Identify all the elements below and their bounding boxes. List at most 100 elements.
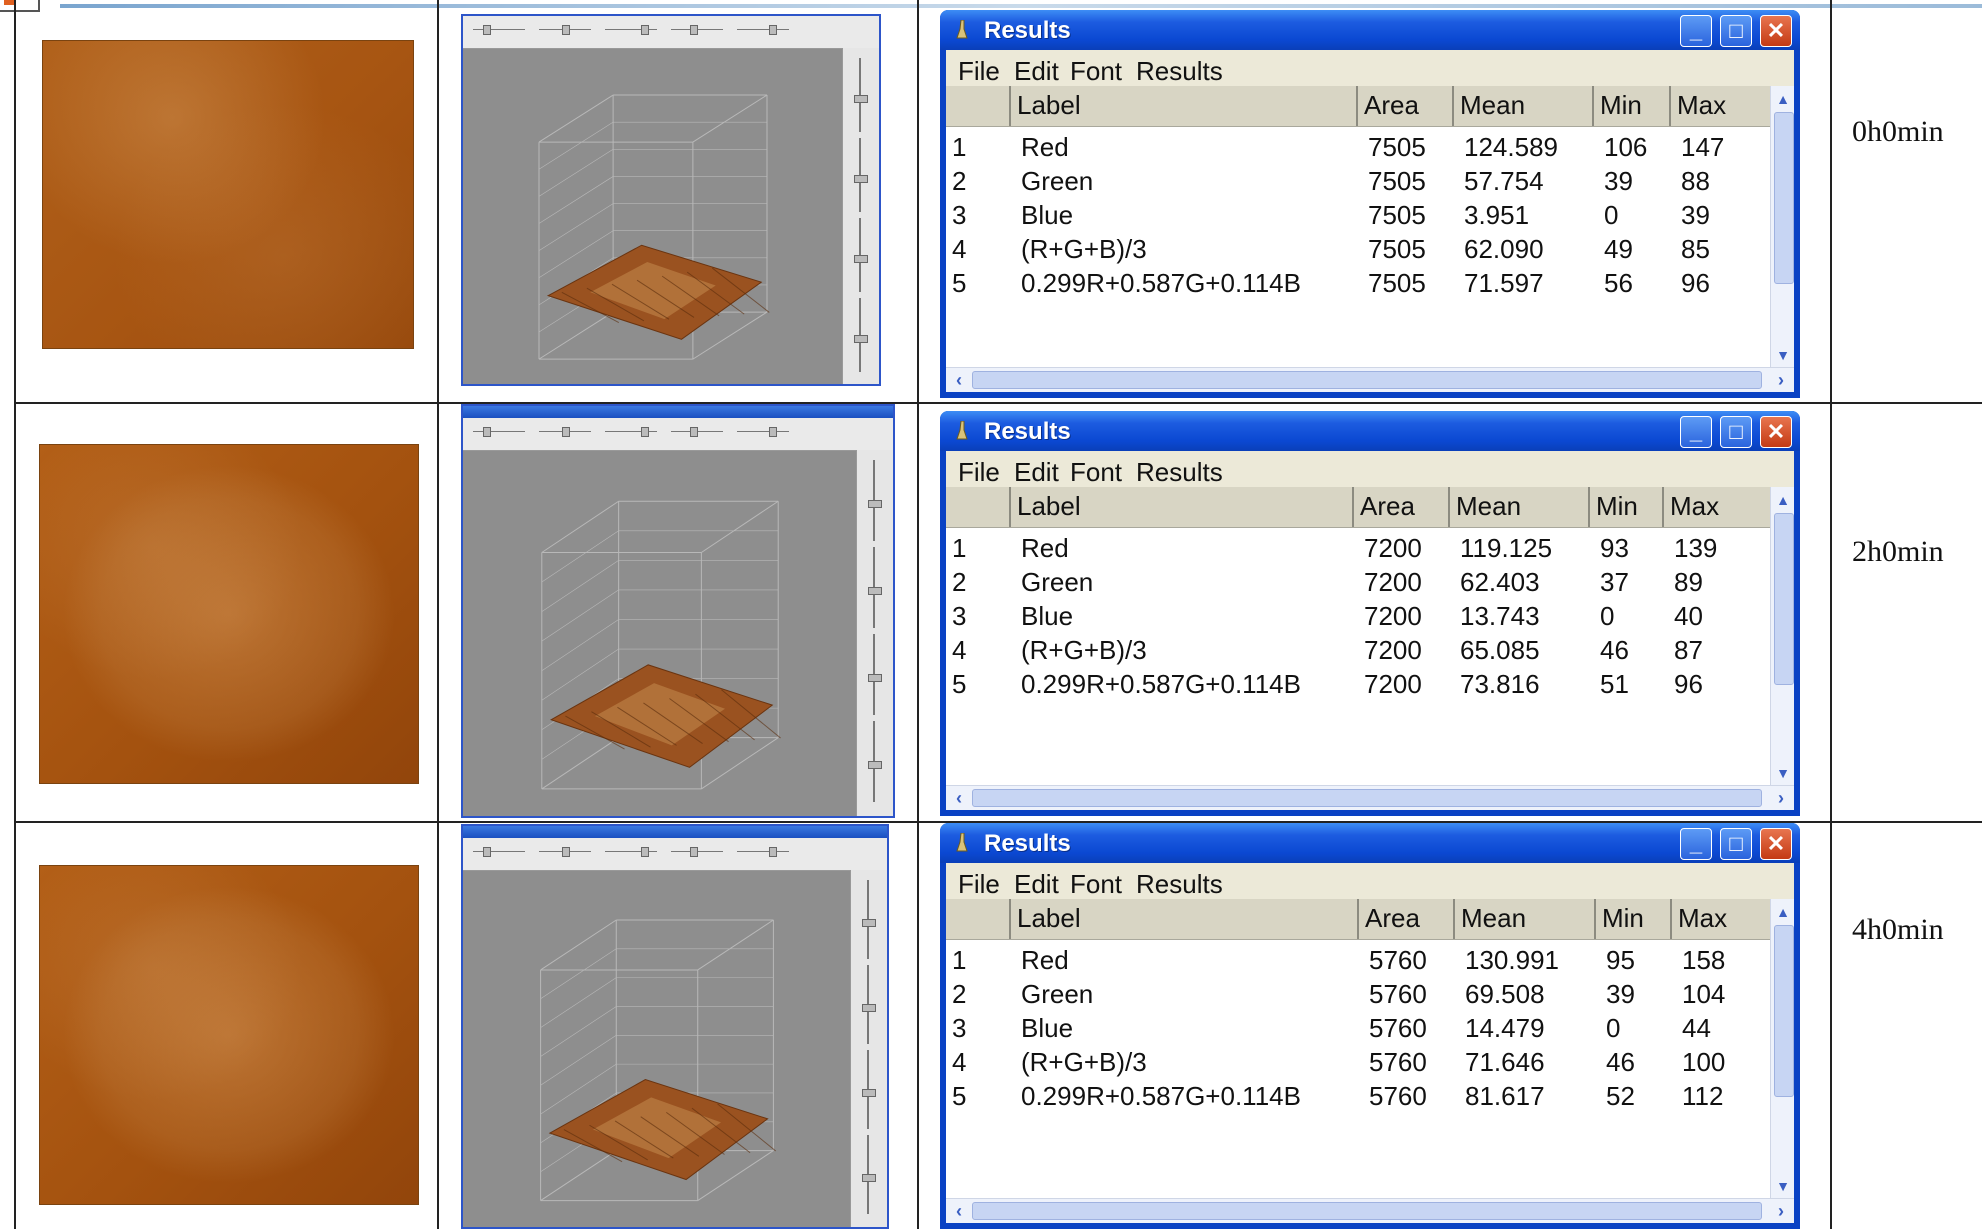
scroll-left-arrow-icon[interactable]: ‹ — [948, 1200, 970, 1222]
plot-vertical-knob[interactable] — [854, 255, 868, 263]
plot-vertical-knob[interactable] — [854, 175, 868, 183]
scroll-down-arrow-icon[interactable]: ▼ — [1773, 344, 1793, 366]
menu-file[interactable]: File — [958, 457, 1000, 488]
minimize-button[interactable]: _ — [1680, 15, 1712, 47]
scroll-right-arrow-icon[interactable]: › — [1770, 369, 1792, 391]
column-header-mean[interactable]: Mean — [1452, 86, 1592, 126]
plot-slider[interactable] — [601, 842, 661, 857]
column-header-label[interactable]: Label — [1009, 487, 1352, 527]
plot-slider[interactable] — [469, 20, 529, 35]
table-row[interactable]: 4 (R+G+B)/3 7505 62.090 49 85 — [946, 234, 1770, 266]
plot-slider[interactable] — [667, 422, 727, 437]
table-row[interactable]: 1 Red 7505 124.589 106 147 — [946, 132, 1770, 164]
table-row[interactable]: 5 0.299R+0.587G+0.114B 7505 71.597 56 96 — [946, 268, 1770, 300]
column-header-min[interactable]: Min — [1592, 86, 1669, 126]
close-button[interactable]: ✕ — [1760, 416, 1792, 448]
horizontal-scrollbar[interactable]: ‹ › — [946, 785, 1794, 810]
menu-results[interactable]: Results — [1136, 56, 1223, 87]
table-row[interactable]: 1 Red 5760 130.991 95 158 — [946, 945, 1770, 977]
minimize-button[interactable]: _ — [1680, 416, 1712, 448]
menu-file[interactable]: File — [958, 869, 1000, 900]
table-row[interactable]: 2 Green 5760 69.508 39 104 — [946, 979, 1770, 1011]
scroll-right-arrow-icon[interactable]: › — [1770, 787, 1792, 809]
plot-slider-knob[interactable] — [769, 25, 777, 35]
table-row[interactable]: 5 0.299R+0.587G+0.114B 5760 81.617 52 112 — [946, 1081, 1770, 1113]
plot-slider[interactable] — [535, 842, 595, 857]
table-row[interactable]: 3 Blue 7200 13.743 0 40 — [946, 601, 1770, 633]
plot-vertical-knob[interactable] — [854, 95, 868, 103]
plot-vertical-knob[interactable] — [868, 761, 882, 769]
column-header-min[interactable]: Min — [1588, 487, 1662, 527]
table-row[interactable]: 2 Green 7505 57.754 39 88 — [946, 166, 1770, 198]
plot-slider-knob[interactable] — [562, 427, 570, 437]
menu-edit[interactable]: Edit — [1014, 56, 1059, 87]
close-button[interactable]: ✕ — [1760, 828, 1792, 860]
scroll-up-arrow-icon[interactable]: ▲ — [1773, 88, 1793, 110]
scroll-up-arrow-icon[interactable]: ▲ — [1773, 489, 1793, 511]
column-header-area[interactable]: Area — [1357, 899, 1453, 939]
plot-slider-knob[interactable] — [483, 847, 491, 857]
plot-slider-knob[interactable] — [562, 847, 570, 857]
plot-slider-knob[interactable] — [690, 25, 698, 35]
plot-slider-knob[interactable] — [641, 847, 649, 857]
plot-slider[interactable] — [469, 842, 529, 857]
menu-file[interactable]: File — [958, 56, 1000, 87]
plot-slider-knob[interactable] — [769, 847, 777, 857]
maximize-button[interactable]: □ — [1720, 828, 1752, 860]
plot-slider[interactable] — [601, 422, 661, 437]
menu-font[interactable]: Font — [1070, 457, 1122, 488]
scroll-right-arrow-icon[interactable]: › — [1770, 1200, 1792, 1222]
menu-results[interactable]: Results — [1136, 457, 1223, 488]
column-header-label[interactable]: Label — [1009, 86, 1356, 126]
horizontal-scroll-thumb[interactable] — [972, 789, 1762, 807]
table-row[interactable]: 4 (R+G+B)/3 5760 71.646 46 100 — [946, 1047, 1770, 1079]
table-row[interactable]: 2 Green 7200 62.403 37 89 — [946, 567, 1770, 599]
minimize-button[interactable]: _ — [1680, 828, 1712, 860]
table-row[interactable]: 3 Blue 5760 14.479 0 44 — [946, 1013, 1770, 1045]
horizontal-scrollbar[interactable]: ‹ › — [946, 367, 1794, 392]
plot-vertical-knob[interactable] — [862, 1089, 876, 1097]
plot-slider[interactable] — [601, 20, 661, 35]
vertical-scrollbar[interactable]: ▲ ▼ — [1770, 86, 1794, 368]
plot-slider-knob[interactable] — [562, 25, 570, 35]
scroll-up-arrow-icon[interactable]: ▲ — [1773, 901, 1793, 923]
plot-slider[interactable] — [733, 842, 793, 857]
plot-slider[interactable] — [667, 842, 727, 857]
plot-vertical-knob[interactable] — [862, 919, 876, 927]
table-row[interactable]: 4 (R+G+B)/3 7200 65.085 46 87 — [946, 635, 1770, 667]
plot-vertical-knob[interactable] — [862, 1174, 876, 1182]
plot-slider[interactable] — [667, 20, 727, 35]
column-header-max[interactable]: Max — [1669, 86, 1755, 126]
plot-slider[interactable] — [535, 422, 595, 437]
table-row[interactable]: 5 0.299R+0.587G+0.114B 7200 73.816 51 96 — [946, 669, 1770, 701]
column-header-label[interactable]: Label — [1009, 899, 1357, 939]
plot-vertical-knob[interactable] — [862, 1004, 876, 1012]
horizontal-scroll-thumb[interactable] — [972, 1202, 1762, 1220]
menu-edit[interactable]: Edit — [1014, 869, 1059, 900]
horizontal-scroll-thumb[interactable] — [972, 371, 1762, 389]
close-button[interactable]: ✕ — [1760, 15, 1792, 47]
column-header-max[interactable]: Max — [1662, 487, 1748, 527]
plot-slider-knob[interactable] — [641, 25, 649, 35]
scroll-down-arrow-icon[interactable]: ▼ — [1773, 762, 1793, 784]
column-header-mean[interactable]: Mean — [1448, 487, 1588, 527]
column-header-min[interactable]: Min — [1594, 899, 1670, 939]
plot-slider[interactable] — [733, 422, 793, 437]
plot-vertical-knob[interactable] — [868, 587, 882, 595]
maximize-button[interactable]: □ — [1720, 15, 1752, 47]
vertical-scrollbar[interactable]: ▲ ▼ — [1770, 899, 1794, 1199]
maximize-button[interactable]: □ — [1720, 416, 1752, 448]
scroll-left-arrow-icon[interactable]: ‹ — [948, 787, 970, 809]
plot-slider-knob[interactable] — [641, 427, 649, 437]
column-header-mean[interactable]: Mean — [1453, 899, 1594, 939]
plot-slider-knob[interactable] — [690, 427, 698, 437]
menu-edit[interactable]: Edit — [1014, 457, 1059, 488]
column-header-area[interactable]: Area — [1352, 487, 1448, 527]
plot-slider[interactable] — [535, 20, 595, 35]
column-header-max[interactable]: Max — [1670, 899, 1756, 939]
plot-vertical-knob[interactable] — [854, 335, 868, 343]
table-row[interactable]: 1 Red 7200 119.125 93 139 — [946, 533, 1770, 565]
menu-results[interactable]: Results — [1136, 869, 1223, 900]
menu-font[interactable]: Font — [1070, 869, 1122, 900]
vertical-scroll-thumb[interactable] — [1774, 925, 1794, 1097]
